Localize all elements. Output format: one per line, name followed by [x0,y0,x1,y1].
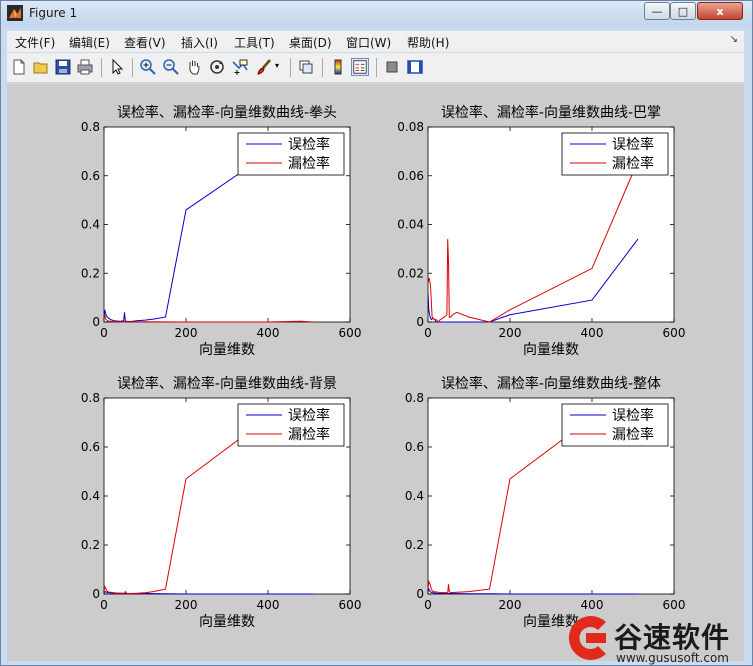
plot-area: 0 200 400 600 0 0.2 0.4 0.6 0.8 误检率、漏检率-向量维数曲线-拳头… [81,104,686,630]
show-plot-tools-icon[interactable] [406,58,424,76]
legend-label: 误检率 [612,136,654,153]
save-icon[interactable] [54,58,72,76]
menu-file[interactable]: 文件(F) [15,34,55,51]
colorbar-icon[interactable] [329,58,347,76]
brush-dropdown-icon[interactable]: ▾ [275,61,279,70]
y-tick-label: 0.6 [81,440,100,454]
y-tick-label: 0 [416,315,424,329]
y-tick-label: 0 [92,315,100,329]
y-tick-label: 0.08 [397,120,424,134]
new-figure-icon[interactable] [10,58,28,76]
y-tick-label: 0.4 [405,489,424,503]
toolbar-separator [101,58,102,77]
watermark-text: 谷速软件 [614,621,731,654]
x-tick-label: 200 [175,598,198,612]
y-tick-label: 0 [92,587,100,601]
menu-window[interactable]: 窗口(W) [346,34,391,51]
axes-title: 误检率、漏检率-向量维数曲线-整体 [441,375,661,392]
toolbar-separator [132,58,133,77]
watermark-logo-icon [568,616,606,660]
zoom-out-icon[interactable] [162,58,180,76]
close-button[interactable]: x [697,2,743,20]
x-tick-label: 0 [424,326,432,340]
y-tick-label: 0.2 [405,538,424,552]
y-tick-label: 0 [416,587,424,601]
minimize-button[interactable]: — [644,2,670,20]
x-tick-label: 200 [175,326,198,340]
x-tick-label: 600 [339,326,362,340]
menu-help[interactable]: 帮助(H) [407,34,449,51]
x-tick-label: 400 [257,598,280,612]
x-tick-label: 600 [663,326,686,340]
y-tick-label: 0.6 [405,440,424,454]
maximize-icon: □ [677,4,689,18]
maximize-button[interactable]: □ [670,2,696,20]
x-tick-label: 400 [257,326,280,340]
hide-plot-tools-icon[interactable] [383,58,401,76]
menu-view[interactable]: 查看(V) [124,34,166,51]
y-tick-label: 0.2 [81,538,100,552]
menu-edit[interactable]: 编辑(E) [69,34,110,51]
axes-title: 误检率、漏检率-向量维数曲线-巴掌 [441,104,661,121]
close-icon: x [716,4,724,18]
zoom-in-icon[interactable] [139,58,157,76]
window-title: Figure 1 [29,6,78,20]
y-tick-label: 0.2 [81,266,100,280]
x-tick-label: 400 [581,326,604,340]
y-tick-label: 0.8 [405,391,424,405]
menu-bar: 文件(F) 编辑(E) 查看(V) 插入(I) 工具(T) 桌面(D) 窗口(W… [7,31,744,52]
toolbar-separator [322,58,323,77]
y-tick-label: 0.04 [397,218,424,232]
open-icon[interactable] [32,58,50,76]
legend-label: 误检率 [288,136,330,153]
x-tick-label: 200 [499,598,522,612]
figure-canvas: 0 200 400 600 0 0.2 0.4 0.6 0.8 误检率、漏检率-向量维数曲线-拳头… [7,84,744,661]
y-tick-label: 0.06 [397,169,424,183]
x-axis-label: 向量维数 [199,614,255,630]
y-tick-label: 0.8 [81,391,100,405]
x-tick-label: 0 [100,598,108,612]
x-tick-label: 0 [100,326,108,340]
y-tick-label: 0.4 [81,489,100,503]
data-cursor-icon[interactable] [231,58,249,76]
y-tick-label: 0.6 [81,169,100,183]
axes-title: 误检率、漏检率-向量维数曲线-拳头 [117,104,337,121]
legend-label: 漏检率 [612,426,654,443]
menu-desktop[interactable]: 桌面(D) [289,34,332,51]
link-plot-icon[interactable] [297,58,315,76]
brush-icon[interactable] [255,58,273,76]
toolbar-separator [290,58,291,77]
menu-insert[interactable]: 插入(I) [181,34,218,51]
x-tick-label: 200 [499,326,522,340]
x-tick-label: 600 [339,598,362,612]
watermark: 谷速软件 www.gususoft.com [556,610,753,666]
y-tick-label: 0.4 [81,218,100,232]
x-axis-label: 向量维数 [199,342,255,358]
x-axis-label: 向量维数 [523,342,579,358]
menu-dock-arrow-icon[interactable]: ↘ [730,34,738,45]
figure-window: Figure 1 — □ x 文件(F) 编辑(E) 查看(V) 插入(I) 工… [0,0,753,666]
legend-label: 漏检率 [612,155,654,172]
rotate-3d-icon[interactable] [208,58,226,76]
matlab-icon [7,5,23,21]
pan-hand-icon[interactable] [185,58,203,76]
legend-icon[interactable] [351,58,369,76]
toolbar-separator [376,58,377,77]
x-tick-label: 0 [424,598,432,612]
minimize-icon: — [651,4,663,18]
toolbar: ▾ [7,53,744,83]
print-icon[interactable] [76,58,94,76]
legend-label: 漏检率 [288,155,330,172]
title-bar[interactable]: Figure 1 — □ x [1,1,752,27]
axes-title: 误检率、漏检率-向量维数曲线-背景 [117,375,337,392]
y-tick-label: 0.8 [81,120,100,134]
legend-label: 漏检率 [288,426,330,443]
menu-tools[interactable]: 工具(T) [234,34,275,51]
pointer-icon[interactable] [108,58,126,76]
y-tick-label: 0.02 [397,266,424,280]
legend-label: 误检率 [288,407,330,424]
legend-label: 误检率 [612,407,654,424]
watermark-url: www.gususoft.com [616,651,729,665]
